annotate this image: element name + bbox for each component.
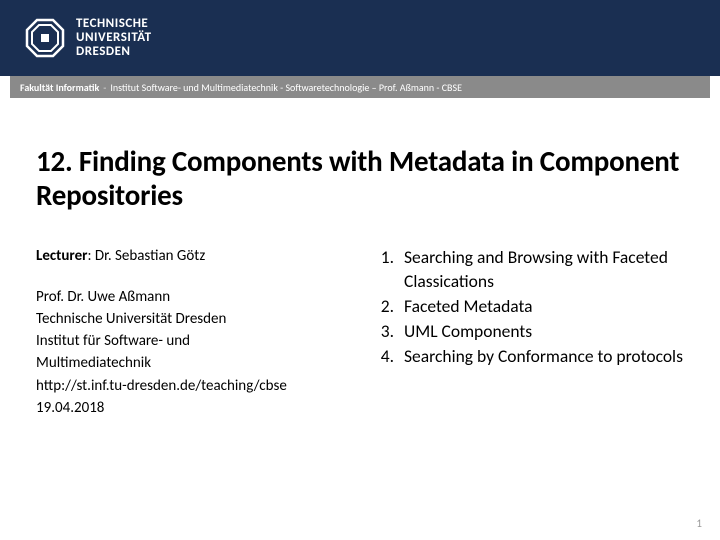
breadcrumb-faculty: Fakultät Informatik — [20, 81, 99, 94]
url-line: http://st.inf.tu-dresden.de/teaching/cbs… — [36, 376, 346, 396]
date-line: 19.04.2018 — [36, 398, 346, 418]
breadcrumb-sep: - — [103, 81, 106, 94]
left-column: Lecturer: Dr. Sebastian Götz Prof. Dr. U… — [36, 246, 346, 420]
list-item: Faceted Metadata — [398, 295, 684, 318]
uni-line: Technische Universität Dresden — [36, 309, 346, 329]
breadcrumb-rest: Institut Software- und Multimediatechnik… — [110, 81, 462, 94]
lecturer-name: : Dr. Sebastian Götz — [87, 247, 205, 265]
columns: Lecturer: Dr. Sebastian Götz Prof. Dr. U… — [36, 246, 684, 420]
lecturer-line: Lecturer: Dr. Sebastian Götz — [36, 246, 346, 266]
slide-title: 12. Finding Components with Metadata in … — [36, 144, 684, 212]
right-column: Searching and Browsing with Faceted Clas… — [376, 246, 684, 420]
list-item: UML Components — [398, 320, 684, 343]
inst-line2: Multimediatechnik — [36, 353, 346, 373]
university-logo: TECHNISCHE UNIVERSITÄT DRESDEN — [24, 17, 152, 60]
prof-line: Prof. Dr. Uwe Aßmann — [36, 287, 346, 307]
list-item: Searching and Browsing with Faceted Clas… — [398, 246, 684, 292]
breadcrumb: Fakultät Informatik - Institut Software-… — [10, 76, 710, 98]
logo-text: TECHNISCHE UNIVERSITÄT DRESDEN — [76, 17, 152, 60]
logo-octagon-icon — [24, 17, 66, 59]
content: 12. Finding Components with Metadata in … — [0, 98, 720, 420]
inst-line1: Institut für Software- und — [36, 331, 346, 351]
logo-line3: DRESDEN — [76, 45, 152, 59]
logo-line1: TECHNISCHE — [76, 17, 152, 31]
header-band: TECHNISCHE UNIVERSITÄT DRESDEN — [0, 0, 720, 76]
logo-line2: UNIVERSITÄT — [76, 31, 152, 45]
lecturer-label: Lecturer — [36, 247, 87, 265]
page-number: 1 — [696, 517, 702, 530]
topics-list: Searching and Browsing with Faceted Clas… — [376, 246, 684, 367]
list-item: Searching by Conformance to protocols — [398, 345, 684, 368]
